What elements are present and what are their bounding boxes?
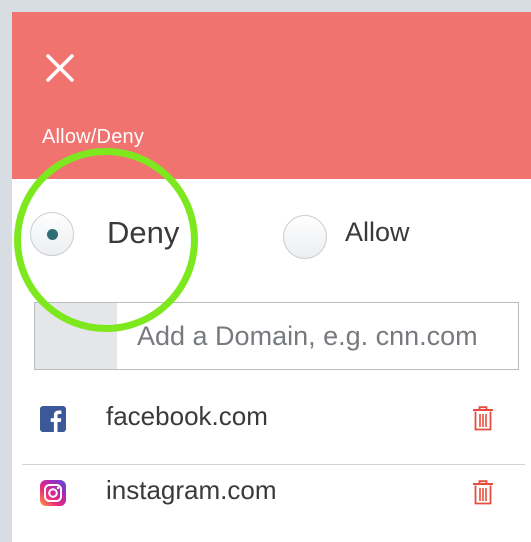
instagram-icon <box>40 480 66 506</box>
mode-selector <box>12 179 531 299</box>
domain-name: facebook.com <box>106 401 268 431</box>
radio-selected-dot <box>47 229 58 240</box>
deny-radio[interactable] <box>30 212 74 256</box>
input-addon <box>35 303 117 369</box>
header: Allow/Deny <box>12 12 531 179</box>
page-title: Allow/Deny <box>42 126 145 148</box>
trash-icon[interactable] <box>472 406 494 432</box>
domain-name: instagram.com <box>106 475 277 505</box>
domain-input-group <box>34 302 519 370</box>
facebook-icon <box>40 406 66 432</box>
allow-deny-panel: Allow/Deny Deny Allow facebook.com <box>12 12 531 542</box>
trash-icon[interactable] <box>472 480 494 506</box>
allow-label[interactable]: Allow <box>345 217 410 248</box>
deny-label[interactable]: Deny <box>107 215 179 251</box>
domain-list-item: facebook.com <box>12 382 531 454</box>
domain-list-item: instagram.com <box>12 458 531 530</box>
allow-radio[interactable] <box>283 215 327 259</box>
domain-input[interactable] <box>117 303 518 369</box>
close-icon[interactable] <box>42 50 78 86</box>
